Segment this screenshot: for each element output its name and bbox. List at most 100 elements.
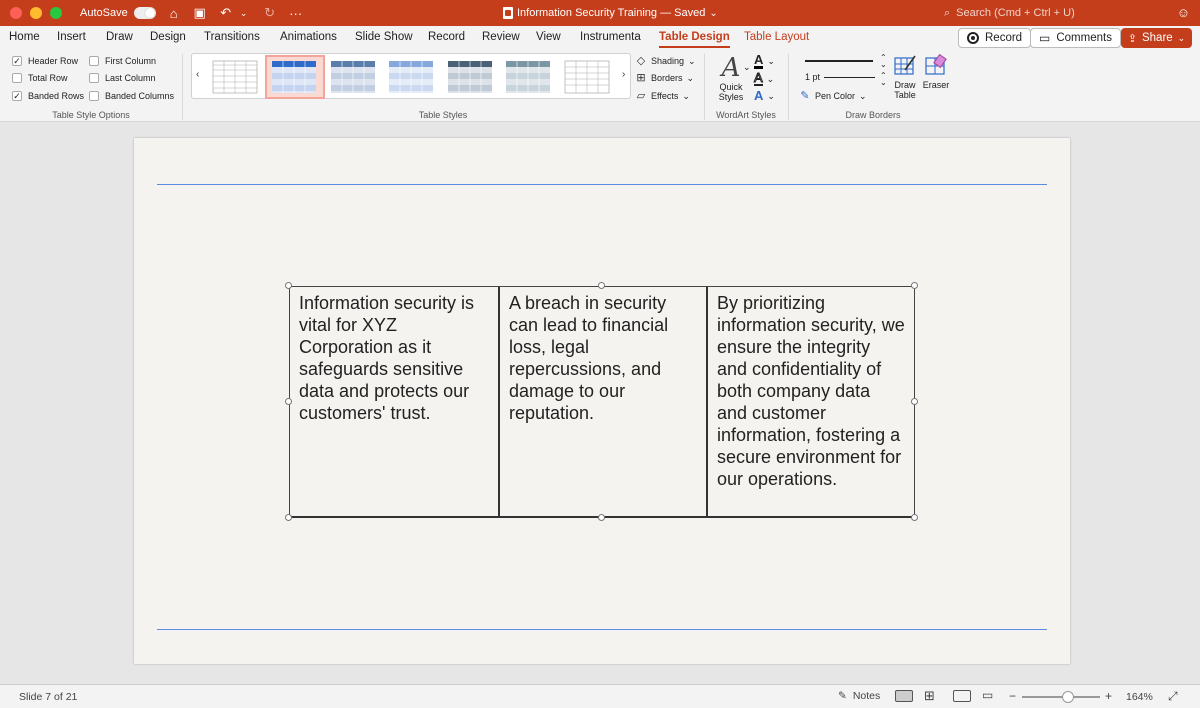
save-icon[interactable]: ▣ <box>192 5 208 21</box>
close-window-button[interactable] <box>10 7 22 19</box>
resize-handle[interactable] <box>911 514 918 521</box>
text-fill-button[interactable]: A ⌄ <box>754 52 775 69</box>
resize-handle[interactable] <box>598 514 605 521</box>
table-style-dark-slate[interactable] <box>447 60 493 94</box>
tab-insert[interactable]: Insert <box>57 31 86 43</box>
search-input[interactable]: Search (Cmd + Ctrl + U) <box>956 7 1075 19</box>
tab-transitions[interactable]: Transitions <box>204 31 260 43</box>
tab-table-layout[interactable]: Table Layout <box>744 31 809 43</box>
table-cell[interactable]: A breach in security can lead to financi… <box>498 287 706 516</box>
resize-handle[interactable] <box>911 282 918 289</box>
table-style-gray-teal[interactable] <box>505 60 551 94</box>
zoom-window-button[interactable] <box>50 7 62 19</box>
tab-animations[interactable]: Animations <box>280 31 337 43</box>
resize-handle[interactable] <box>598 282 605 289</box>
table-selection[interactable]: Information security is vital for XYZ Co… <box>285 282 918 521</box>
fit-to-window-icon[interactable]: ⤢ <box>1168 689 1178 704</box>
table-styles-gallery: ‹ › <box>191 53 631 99</box>
shading-button[interactable]: ◇ Shading ⌄ <box>635 55 696 67</box>
search-box[interactable]: ⌕ Search (Cmd + Ctrl + U) <box>944 4 1164 22</box>
slide[interactable]: Information security is vital for XYZ Co… <box>134 138 1070 664</box>
banded-rows-checkbox[interactable]: ✓ Banded Rows <box>12 91 84 101</box>
tab-slide-show[interactable]: Slide Show <box>355 31 413 43</box>
record-button-label: Record <box>985 32 1023 44</box>
zoom-out-icon[interactable]: − <box>1009 689 1016 703</box>
pen-icon: ✎ <box>800 90 810 102</box>
pen-color-button[interactable]: ✎ Pen Color ⌄ <box>799 90 866 102</box>
zoom-in-icon[interactable]: + <box>1105 689 1112 703</box>
draw-table-button[interactable]: Draw Table <box>891 54 919 100</box>
stepper-icon[interactable]: ⌃ ⌄ <box>880 54 887 69</box>
header-row-label: Header Row <box>28 56 79 66</box>
redo-icon[interactable]: ↻ <box>262 5 278 21</box>
eraser-label: Eraser <box>922 80 950 90</box>
guide-line-bottom <box>157 629 1047 630</box>
chevron-down-icon: ⌄ <box>682 90 690 101</box>
comments-button[interactable]: ▭ Comments <box>1030 28 1121 48</box>
checkmark-icon: ✓ <box>12 91 22 101</box>
tab-home[interactable]: Home <box>9 31 40 43</box>
resize-handle[interactable] <box>285 398 292 405</box>
chevron-right-icon[interactable]: › <box>622 69 625 80</box>
text-effects-button[interactable]: A ⌄ <box>754 89 775 102</box>
resize-handle[interactable] <box>911 398 918 405</box>
header-row-checkbox[interactable]: ✓ Header Row <box>12 56 78 66</box>
document-title[interactable]: Information Security Training — Saved ⌄ <box>503 0 718 26</box>
eraser-icon <box>925 53 947 75</box>
chevron-left-icon[interactable]: ‹ <box>196 69 199 80</box>
table-style-grid[interactable] <box>564 60 610 94</box>
effects-button[interactable]: ▱ Effects ⌄ <box>635 90 690 102</box>
table-cell[interactable]: Information security is vital for XYZ Co… <box>290 287 498 516</box>
table[interactable]: Information security is vital for XYZ Co… <box>289 286 915 518</box>
checkbox-box <box>89 91 99 101</box>
zoom-slider[interactable] <box>1022 696 1100 698</box>
home-icon[interactable]: ⌂ <box>166 6 182 21</box>
last-column-checkbox[interactable]: Last Column <box>89 73 156 83</box>
reading-view-icon[interactable] <box>953 690 971 702</box>
pen-weight-selector[interactable]: 1 pt <box>805 72 875 82</box>
ribbon: ✓ Header Row Total Row ✓ Banded Rows Fir… <box>0 50 1200 122</box>
more-icon[interactable]: ··· <box>288 6 304 21</box>
total-row-checkbox[interactable]: Total Row <box>12 73 68 83</box>
slide-show-icon[interactable]: ▭ <box>982 688 1000 702</box>
table-style-light-blue[interactable] <box>388 60 434 94</box>
draw-table-label-1: Draw <box>894 80 916 90</box>
resize-handle[interactable] <box>285 282 292 289</box>
tab-record[interactable]: Record <box>428 31 465 43</box>
zoom-level[interactable]: 164% <box>1126 691 1153 703</box>
borders-button[interactable]: ⊞ Borders ⌄ <box>635 72 694 84</box>
chevron-down-icon[interactable]: ⌄ <box>743 62 751 73</box>
minimize-window-button[interactable] <box>30 7 42 19</box>
table-style-plain[interactable] <box>212 60 258 94</box>
tab-design[interactable]: Design <box>150 31 186 43</box>
tab-view[interactable]: View <box>536 31 561 43</box>
share-button[interactable]: ⇪ Share ⌄ <box>1121 28 1192 48</box>
text-fill-icon: A <box>754 52 764 69</box>
account-icon[interactable]: ☺ <box>1177 5 1190 20</box>
effects-label: Effects <box>651 91 679 101</box>
table-style-medium-blue[interactable] <box>271 60 317 94</box>
first-column-checkbox[interactable]: First Column <box>89 56 156 66</box>
undo-icon[interactable]: ↶ <box>218 5 234 21</box>
tab-review[interactable]: Review <box>482 31 520 43</box>
notes-button[interactable]: ✎ Notes <box>838 690 880 702</box>
normal-view-icon[interactable] <box>895 690 913 702</box>
tab-draw[interactable]: Draw <box>106 31 133 43</box>
tab-instrumenta[interactable]: Instrumenta <box>580 31 641 43</box>
slide-canvas[interactable]: Information security is vital for XYZ Co… <box>0 122 1200 684</box>
autosave-toggle[interactable] <box>133 7 156 19</box>
pen-style-selector[interactable] <box>805 60 873 62</box>
checkmark-icon: ✓ <box>12 56 22 66</box>
table-cell[interactable]: By prioritizing information security, we… <box>706 287 914 516</box>
text-outline-button[interactable]: A ⌄ <box>754 71 774 86</box>
stepper-icon[interactable]: ⌃ ⌄ <box>880 72 887 87</box>
eraser-button[interactable]: Eraser <box>920 53 952 90</box>
tab-table-design[interactable]: Table Design <box>659 31 730 48</box>
banded-columns-checkbox[interactable]: Banded Columns <box>89 91 174 101</box>
table-style-steel-blue[interactable] <box>330 60 376 94</box>
undo-dropdown-icon[interactable]: ⌄ <box>236 8 252 19</box>
resize-handle[interactable] <box>285 514 292 521</box>
zoom-slider-handle[interactable] <box>1062 691 1074 703</box>
record-button[interactable]: Record <box>958 28 1032 48</box>
slide-sorter-icon[interactable]: ⊞ <box>924 688 942 703</box>
